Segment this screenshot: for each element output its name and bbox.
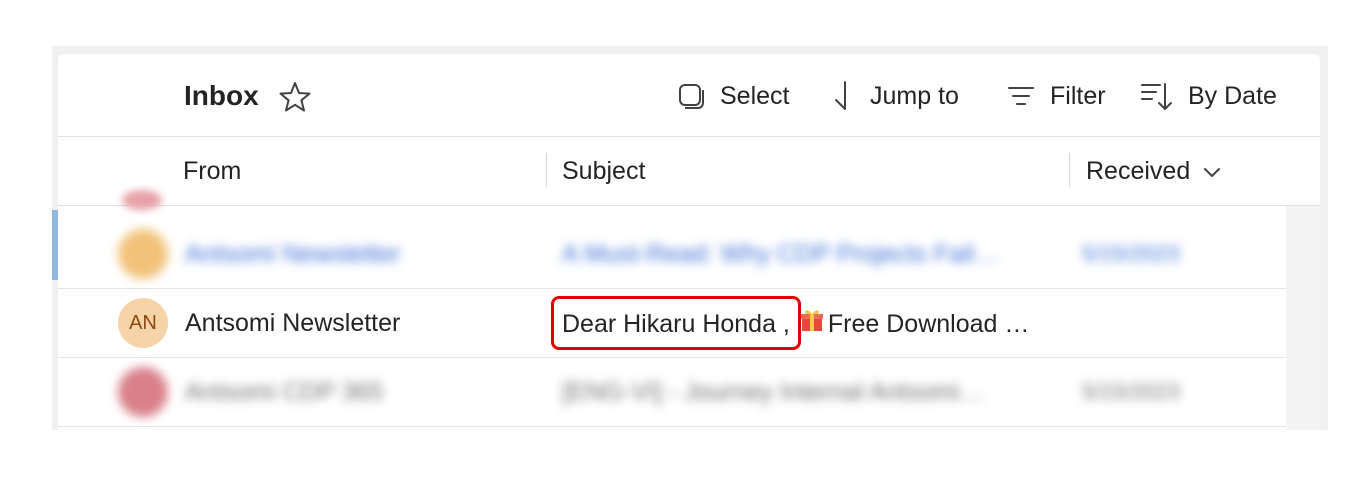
- column-header-received[interactable]: Received: [1086, 155, 1222, 187]
- select-checkbox-icon: [676, 81, 706, 111]
- jump-to-label: Jump to: [870, 81, 959, 110]
- arrow-down-icon: [830, 79, 856, 113]
- sender-name: Antsomi Newsletter: [185, 240, 401, 268]
- sort-icon: [1140, 79, 1174, 113]
- received-date: 5/15/2023: [1082, 241, 1180, 266]
- received-label: Received: [1086, 157, 1191, 185]
- partial-row-avatar: [122, 190, 162, 210]
- chevron-down-icon: [1202, 155, 1222, 187]
- subject-text: A Must-Read: Why CDP Projects Fail…: [562, 240, 1000, 268]
- subject-line: Dear Hikaru Honda , Free Download …: [562, 307, 1029, 341]
- select-button[interactable]: Select: [676, 76, 789, 116]
- list-item[interactable]: Antsomi Newsletter A Must-Read: Why CDP …: [58, 220, 1286, 289]
- subject-highlight-text: Dear Hikaru Honda ,: [562, 310, 790, 338]
- filter-label: Filter: [1050, 81, 1106, 110]
- filter-button[interactable]: Filter: [1006, 76, 1106, 116]
- gift-icon: [800, 307, 824, 341]
- avatar: [118, 367, 168, 417]
- column-headers: From Subject Received: [58, 137, 1320, 206]
- column-divider[interactable]: [1069, 153, 1070, 187]
- column-divider[interactable]: [546, 153, 547, 187]
- scrollbar-track[interactable]: [1286, 206, 1320, 430]
- message-list-toolbar: Inbox Select Jump to Filter By Date: [58, 54, 1320, 137]
- sort-button[interactable]: By Date: [1140, 76, 1277, 116]
- avatar: [118, 229, 168, 279]
- blurred-content: Antsomi Newsletter A Must-Read: Why CDP …: [58, 220, 1286, 288]
- column-header-from[interactable]: From: [183, 155, 241, 187]
- received-date: 5/15/2023: [1082, 379, 1180, 404]
- star-icon[interactable]: [278, 80, 312, 114]
- filter-icon: [1006, 81, 1036, 111]
- subject-text: [ENG-VI] - Journey Internal Antsomi…: [562, 378, 985, 406]
- list-item[interactable]: Antsomi CDP 365 [ENG-VI] - Journey Inter…: [58, 358, 1286, 427]
- avatar: AN: [118, 298, 168, 348]
- message-list-panel: Inbox Select Jump to Filter By Date From…: [58, 54, 1320, 430]
- blurred-content: Antsomi CDP 365 [ENG-VI] - Journey Inter…: [58, 358, 1286, 426]
- sender-name: Antsomi Newsletter: [185, 309, 401, 337]
- folder-title: Inbox: [184, 80, 259, 111]
- jump-to-button[interactable]: Jump to: [830, 76, 959, 116]
- sender-name: Antsomi CDP 365: [185, 378, 384, 406]
- select-label: Select: [720, 81, 790, 110]
- sort-label: By Date: [1188, 81, 1277, 110]
- subject-rest-text: Free Download …: [827, 310, 1030, 338]
- list-item[interactable]: AN Antsomi Newsletter Dear Hikaru Honda …: [58, 289, 1286, 358]
- column-header-subject[interactable]: Subject: [562, 155, 645, 187]
